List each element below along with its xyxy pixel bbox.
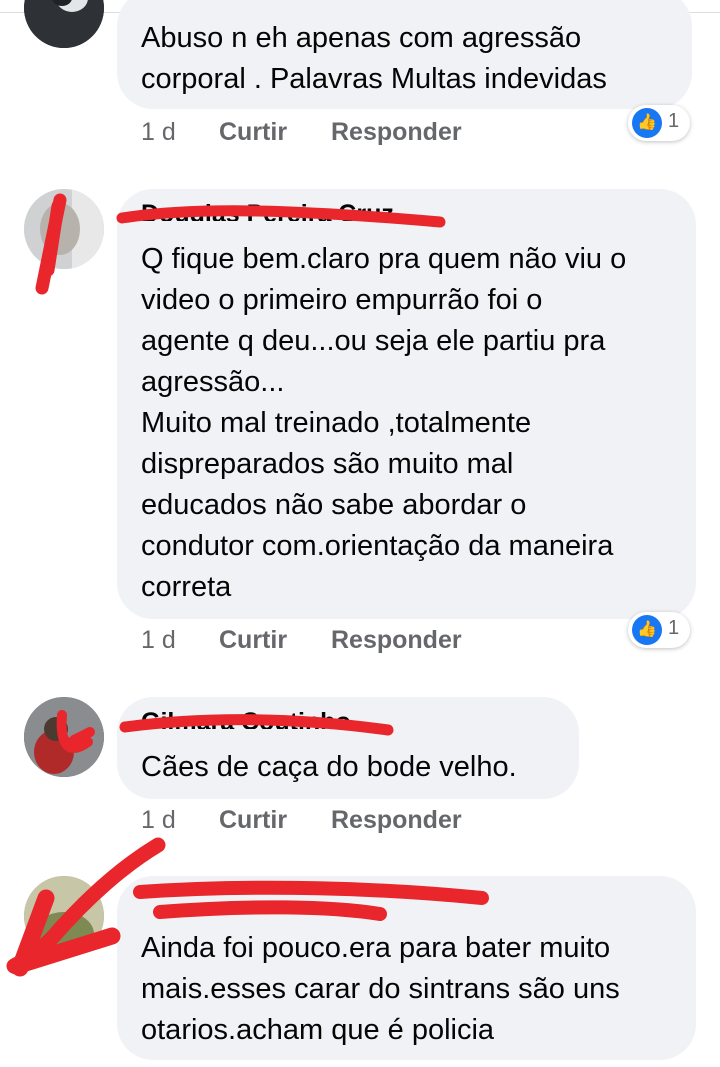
avatar[interactable] xyxy=(24,876,104,956)
comment-author[interactable]: Douglas Pereira Cruz xyxy=(141,199,394,221)
avatar[interactable] xyxy=(24,189,104,269)
avatar[interactable] xyxy=(24,697,104,777)
like-button[interactable]: Curtir xyxy=(219,118,287,147)
comment-text: Q fique bem.claro pra quem não viu o vid… xyxy=(141,243,627,603)
comment-text: Ainda foi pouco.era para bater muito mai… xyxy=(141,932,620,1046)
comment-bubble: Gilmara Coutinho Cães de caça do bode ve… xyxy=(117,697,579,799)
like-button[interactable]: Curtir xyxy=(219,806,287,835)
timestamp: 1 d xyxy=(141,118,176,146)
timestamp: 1 d xyxy=(141,806,176,834)
thumbs-up-icon: 👍 xyxy=(632,615,662,645)
reply-button[interactable]: Responder xyxy=(331,118,462,147)
reaction-count: 1 xyxy=(668,110,680,132)
comment-bubble: Ainda foi pouco.era para bater muito mai… xyxy=(117,876,696,1060)
comment-author[interactable]: Gilmara Coutinho xyxy=(141,707,351,729)
comment-bubble: Douglas Pereira Cruz Q fique bem.claro p… xyxy=(117,189,696,619)
reply-button[interactable]: Responder xyxy=(331,806,462,835)
timestamp: 1 d xyxy=(141,626,176,654)
like-button[interactable]: Curtir xyxy=(219,626,287,655)
reply-button[interactable]: Responder xyxy=(331,626,462,655)
reaction-badge[interactable]: 👍 1 xyxy=(628,105,690,141)
person-photo xyxy=(24,876,104,956)
thumbs-up-icon: 👍 xyxy=(632,108,662,138)
avatar[interactable] xyxy=(24,0,104,48)
person-photo xyxy=(24,0,104,48)
reaction-badge[interactable]: 👍 1 xyxy=(628,612,690,648)
person-photo xyxy=(24,697,104,777)
comment-text: Abuso n eh apenas com agressão corporal … xyxy=(141,22,607,95)
comment-bubble: Abuso n eh apenas com agressão corporal … xyxy=(117,0,692,109)
person-photo xyxy=(24,189,104,269)
reaction-count: 1 xyxy=(668,617,680,639)
